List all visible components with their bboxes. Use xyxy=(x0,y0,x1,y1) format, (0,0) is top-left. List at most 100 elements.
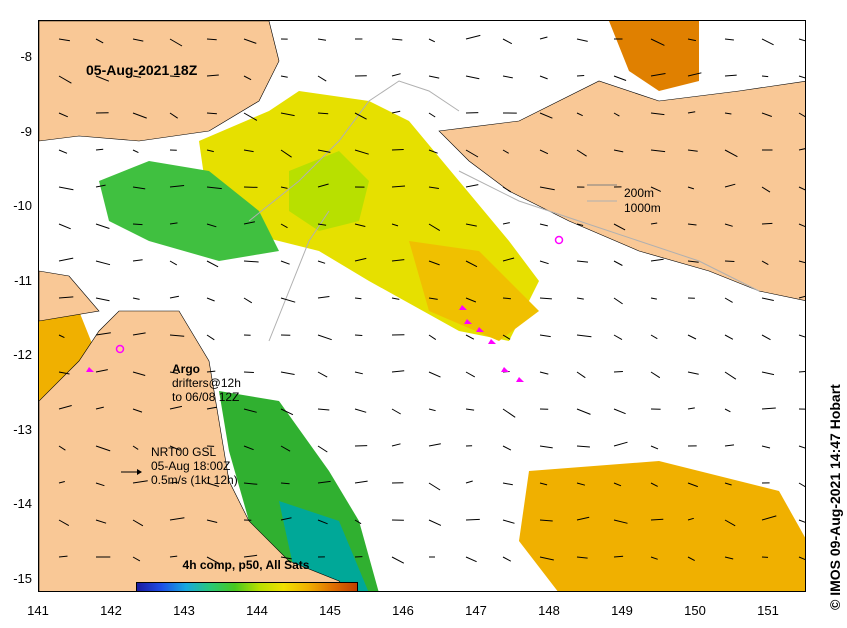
lat-tick: -11 xyxy=(14,273,32,288)
current-vector xyxy=(613,297,623,305)
current-vector xyxy=(613,441,628,447)
current-vector xyxy=(206,334,215,341)
current-vector xyxy=(798,75,805,79)
current-vector xyxy=(724,260,735,262)
current-vector xyxy=(502,222,510,225)
current-vector xyxy=(576,260,589,263)
current-vector xyxy=(650,258,664,262)
current-vector xyxy=(465,408,475,411)
current-vector xyxy=(391,556,405,564)
lon-tick: 143 xyxy=(173,603,195,618)
current-vector xyxy=(132,149,139,154)
current-vector xyxy=(391,73,401,77)
current-vector xyxy=(428,38,436,43)
lon-tick: 141 xyxy=(27,603,49,618)
lat-tick: -12 xyxy=(13,347,32,362)
current-vector xyxy=(391,297,400,300)
current-vector xyxy=(724,74,737,77)
current-vector xyxy=(576,75,585,77)
current-vector xyxy=(391,38,403,41)
current-vector xyxy=(58,186,74,191)
current-vector xyxy=(95,223,110,229)
map-panel: 05-Aug-2021 18Z 200m 1000m Argo drifters… xyxy=(38,20,806,592)
current-vector xyxy=(798,482,805,488)
current-vector xyxy=(502,519,515,524)
current-vector xyxy=(798,370,805,373)
current-vector xyxy=(465,480,473,484)
current-vector xyxy=(391,370,405,373)
current-vector xyxy=(354,297,362,300)
current-vector xyxy=(280,297,296,303)
current-vector xyxy=(206,260,219,268)
lat-tick: -15 xyxy=(13,571,32,586)
current-vector xyxy=(761,38,774,46)
current-vector xyxy=(354,334,363,336)
current-vector xyxy=(650,371,661,379)
argo-line-1: drifters@12h xyxy=(172,376,241,390)
current-vector xyxy=(243,260,259,263)
current-vector xyxy=(243,371,254,373)
current-vector xyxy=(798,334,805,338)
lon-tick: 146 xyxy=(392,603,414,618)
currents-line-2: 05-Aug 18:00Z xyxy=(151,459,231,473)
sst-colorbar: 4h comp, p50, All Sats 22 23 24 25 26 27… xyxy=(134,558,358,591)
current-vector xyxy=(354,480,368,484)
current-vector xyxy=(465,334,475,340)
lat-tick: -10 xyxy=(13,198,32,213)
current-vector xyxy=(539,75,548,80)
current-vector xyxy=(95,260,111,266)
argo-marker xyxy=(554,235,564,245)
current-vector xyxy=(761,297,774,301)
current-vector xyxy=(502,445,512,451)
lat-tick: -14 xyxy=(13,496,32,511)
lon-tick: 144 xyxy=(246,603,268,618)
argo-track-marker xyxy=(488,339,496,344)
current-vector xyxy=(576,408,591,415)
argo-track-marker xyxy=(501,367,509,372)
current-vector xyxy=(761,75,769,78)
current-vector xyxy=(613,334,623,341)
current-vector xyxy=(613,260,623,266)
current-vector xyxy=(687,334,697,340)
current-vector xyxy=(465,371,476,378)
current-vector xyxy=(317,260,326,264)
current-vector xyxy=(132,297,140,300)
current-vector xyxy=(724,444,735,447)
current-vector xyxy=(317,75,327,82)
credit-text: © IMOS 09-Aug-2021 14:47 Hobart xyxy=(827,384,843,610)
lat-tick: -8 xyxy=(20,49,32,64)
current-vector xyxy=(798,445,805,449)
lon-tick: 147 xyxy=(465,603,487,618)
current-vector xyxy=(761,334,771,341)
current-vector xyxy=(761,407,776,410)
current-vector xyxy=(169,260,178,266)
current-vector xyxy=(502,556,512,562)
current-vector xyxy=(391,110,401,114)
current-vector xyxy=(613,75,627,81)
current-vector xyxy=(539,371,549,375)
current-vector xyxy=(465,34,481,40)
current-vector xyxy=(317,112,329,115)
current-vector xyxy=(206,38,217,41)
current-vector xyxy=(132,259,143,262)
current-vector xyxy=(650,518,664,521)
current-vector xyxy=(391,408,401,415)
current-vector xyxy=(428,334,437,341)
currents-line-3: 0.5m/s (1kt 12h) xyxy=(151,473,238,487)
current-vector xyxy=(502,75,513,79)
current-vector xyxy=(576,334,592,338)
current-vector xyxy=(724,408,731,413)
lon-tick: 151 xyxy=(757,603,779,618)
current-vector xyxy=(502,408,516,418)
current-vector xyxy=(465,556,477,563)
current-vector xyxy=(798,519,805,523)
current-vector xyxy=(613,371,623,373)
lat-tick: -9 xyxy=(20,124,32,139)
current-vector xyxy=(169,295,179,299)
current-vector xyxy=(502,482,513,486)
current-vector xyxy=(428,443,441,447)
current-vector xyxy=(502,38,513,45)
current-vector xyxy=(317,334,332,341)
current-vector xyxy=(317,371,328,378)
current-vector xyxy=(206,297,215,302)
